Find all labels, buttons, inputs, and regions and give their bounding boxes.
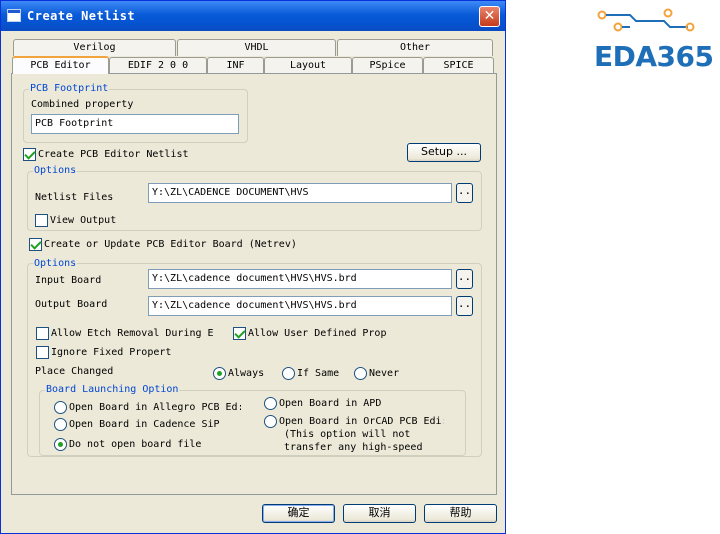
tab-layout[interactable]: Layout [264,57,352,74]
open-allegro-radio[interactable] [54,401,67,414]
close-button[interactable]: ✕ [479,6,500,27]
board-launching-legend: Board Launching Option [45,384,180,395]
ok-button[interactable]: 确定 [262,504,335,523]
ignore-fixed-label: Ignore Fixed Propert [51,347,172,358]
cancel-button[interactable]: 取消 [343,504,416,523]
place-never-radio[interactable] [354,367,367,380]
create-netlist-checkbox[interactable] [23,148,36,161]
allow-etch-checkbox[interactable] [36,327,49,340]
ignore-fixed-checkbox[interactable] [36,346,49,359]
create-netlist-label: Create PCB Editor Netlist [38,149,189,160]
place-never-label: Never [369,368,400,379]
allow-etch-label: Allow Etch Removal During E [51,328,214,339]
setup-button[interactable]: Setup ... [407,143,481,162]
place-if-same-radio[interactable] [282,367,295,380]
pcb-footprint-legend: PCB Footprint [29,83,110,94]
open-allegro-label: Open Board in Allegro PCB Ed: [69,402,241,413]
tab-verilog[interactable]: Verilog [13,39,176,56]
help-button[interactable]: 帮助 [424,504,497,523]
update-board-checkbox[interactable] [29,238,42,251]
open-apd-radio[interactable] [264,397,277,410]
input-board-browse-button[interactable]: .. [456,269,473,289]
combined-property-input[interactable]: PCB Footprint [31,114,239,134]
open-orcad-label: Open Board in OrCAD PCB Edi: [279,416,444,427]
output-board-browse-button[interactable]: .. [456,296,473,316]
window-icon [7,9,21,22]
combined-property-label: Combined property [31,99,134,110]
tab-vhdl[interactable]: VHDL [177,39,336,56]
circuit-trace-icon [597,8,695,32]
options-legend-board: Options [33,258,78,269]
view-output-checkbox[interactable] [35,214,48,227]
view-output-label: View Output [50,215,117,226]
allow-user-defined-label: Allow User Defined Prop [248,328,387,339]
orcad-note-line2: transfer any high-speed [284,442,423,453]
open-apd-label: Open Board in APD [279,398,382,409]
netlist-files-input[interactable]: Y:\ZL\CADENCE DOCUMENT\HVS [148,183,452,203]
update-board-label: Create or Update PCB Editor Board (Netre… [44,239,297,250]
options-legend-netlist: Options [33,165,78,176]
orcad-note-line1: (This option will not [284,429,411,440]
title-bar[interactable]: Create Netlist ✕ [1,1,505,31]
place-if-same-label: If Same [297,368,340,379]
allow-user-defined-checkbox[interactable] [233,327,246,340]
do-not-open-label: Do not open board file [69,439,202,450]
place-always-label: Always [228,368,265,379]
tab-edif[interactable]: EDIF 2 0 0 [109,57,207,74]
open-sip-radio[interactable] [54,418,67,431]
open-sip-label: Open Board in Cadence SiP [69,419,220,430]
output-board-input[interactable]: Y:\ZL\cadence document\HVS\HVS.brd [148,296,452,316]
tab-pcb-editor[interactable]: PCB Editor [12,56,109,74]
input-board-label: Input Board [35,275,102,286]
tab-spice[interactable]: SPICE [423,57,494,74]
netlist-files-label: Netlist Files [35,192,114,203]
dialog-title: Create Netlist [27,9,136,23]
output-board-label: Output Board [35,299,108,310]
place-changed-label: Place Changed [35,366,114,377]
eda365-logo: EDA365 [594,40,714,73]
tab-other[interactable]: Other [337,39,493,56]
tab-pspice[interactable]: PSpice [352,57,423,74]
netlist-browse-button[interactable]: .. [456,183,473,203]
place-always-radio[interactable] [213,367,226,380]
input-board-input[interactable]: Y:\ZL\cadence document\HVS\HVS.brd [148,269,452,289]
do-not-open-radio[interactable] [54,438,67,451]
tab-inf[interactable]: INF [207,57,264,74]
create-netlist-dialog: Create Netlist ✕ Verilog VHDL Other PCB … [0,0,506,534]
open-orcad-radio[interactable] [264,415,277,428]
